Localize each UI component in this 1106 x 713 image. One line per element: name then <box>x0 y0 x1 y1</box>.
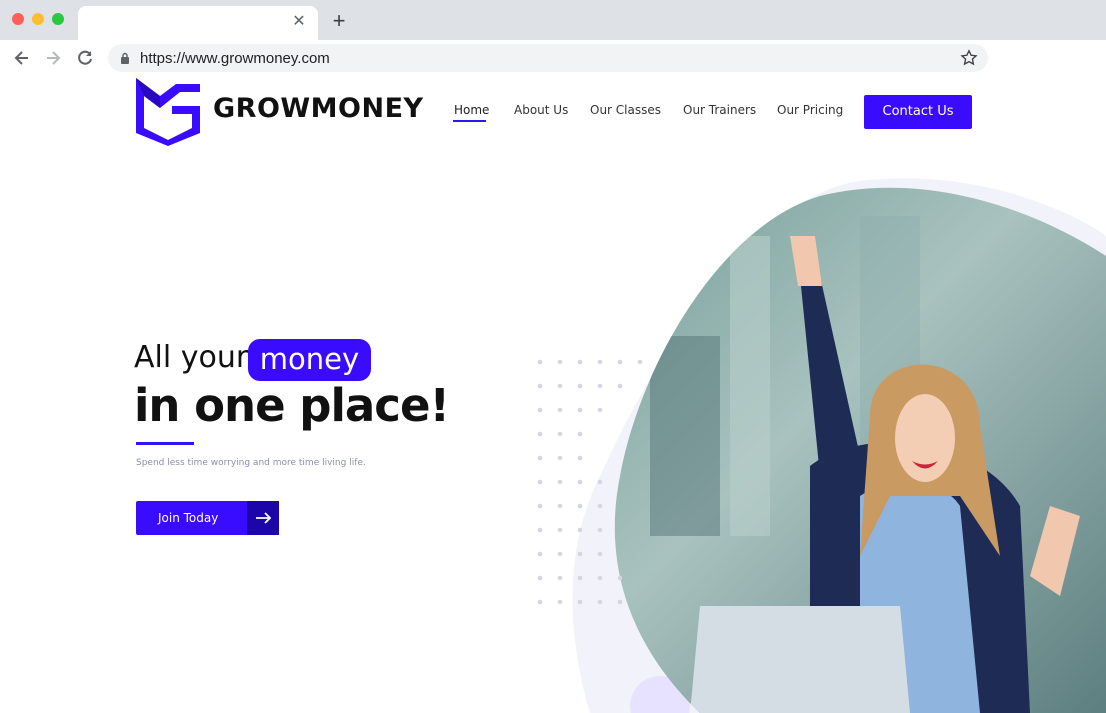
hero-highlight-word: money <box>248 339 371 381</box>
back-arrow-icon[interactable] <box>12 48 32 68</box>
web-page: GROWMONEY Home About Us Our Classes Our … <box>0 76 1106 713</box>
join-today-label: Join Today <box>158 511 219 525</box>
dot-grid-decoration <box>537 359 643 605</box>
nav-our-trainers[interactable]: Our Trainers <box>683 103 756 117</box>
nav-our-pricing[interactable]: Our Pricing <box>777 103 843 117</box>
reload-icon[interactable] <box>75 48 95 68</box>
nav-active-indicator <box>453 120 486 122</box>
tab-close-icon[interactable]: ✕ <box>290 13 308 31</box>
star-icon[interactable] <box>960 49 978 67</box>
forward-arrow-icon[interactable] <box>43 48 63 68</box>
url-text[interactable]: https://www.growmoney.com <box>140 50 330 67</box>
nav-our-classes[interactable]: Our Classes <box>590 103 661 117</box>
browser-tab[interactable]: ✕ <box>78 6 318 40</box>
hero-headline-line1: All your <box>134 340 249 375</box>
nav-home[interactable]: Home <box>454 103 489 117</box>
new-tab-button[interactable]: + <box>328 10 350 32</box>
hero-headline-line2: in one place! <box>134 379 450 432</box>
browser-toolbar: https://www.growmoney.com <box>0 40 1106 108</box>
browser-tab-bar: ✕ + <box>0 0 1106 40</box>
window-close-dot[interactable] <box>12 13 24 25</box>
address-bar[interactable]: https://www.growmoney.com <box>108 44 988 72</box>
window-maximize-dot[interactable] <box>52 13 64 25</box>
growmoney-logo-icon[interactable] <box>136 78 200 146</box>
nav-about-us[interactable]: About Us <box>514 103 568 117</box>
window-minimize-dot[interactable] <box>32 13 44 25</box>
hero-accent-bar <box>136 442 194 445</box>
lock-icon <box>121 52 129 64</box>
join-today-button[interactable]: Join Today <box>136 501 279 535</box>
contact-us-button[interactable]: Contact Us <box>864 95 972 129</box>
brand-name[interactable]: GROWMONEY <box>213 93 424 124</box>
hero-tagline: Spend less time worrying and more time l… <box>136 458 366 468</box>
arrow-right-icon <box>247 501 279 535</box>
